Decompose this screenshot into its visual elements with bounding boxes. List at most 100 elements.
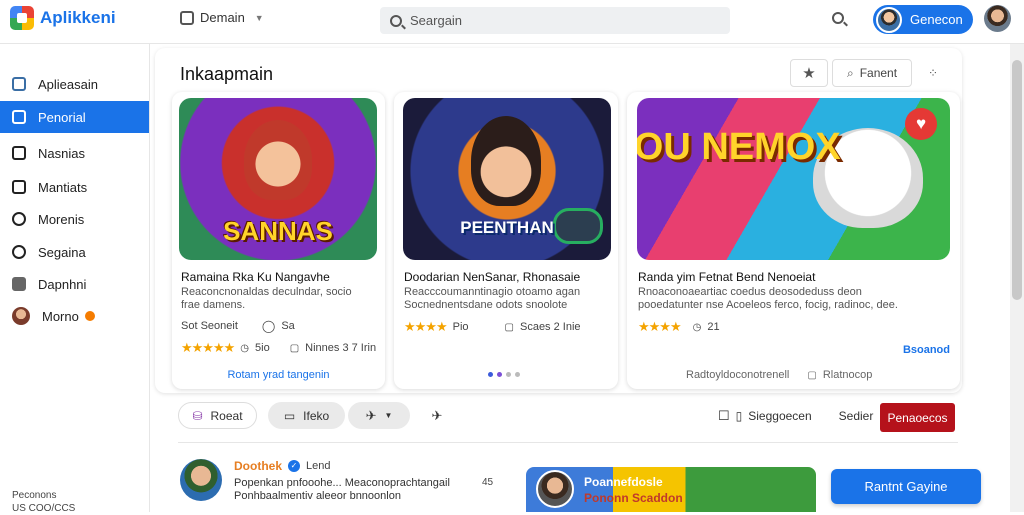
game-thumbnail[interactable]: SANNAS	[179, 98, 377, 260]
pin-button[interactable]: ✈	[422, 402, 452, 429]
sidebar-item-label: Mantiats	[38, 179, 88, 195]
chat-icon	[12, 245, 26, 259]
verified-icon: ✓	[288, 460, 300, 472]
rating-score: Pio	[452, 321, 469, 333]
scrollbar[interactable]	[1010, 44, 1024, 512]
profile-avatar[interactable]	[984, 5, 1011, 32]
feed-count: 45	[482, 477, 494, 488]
feed-author[interactable]: Doothek	[234, 459, 282, 473]
sidebar-item-home[interactable]: Penorial	[0, 101, 149, 133]
card-title[interactable]: Randa yim Fetnat Bend Nenoeiat	[638, 270, 815, 284]
sidebar-footer: Peconons US COO/CCS	[12, 489, 75, 515]
reset-label: Roeat	[210, 408, 243, 423]
thumbnail-title: SANNAS	[223, 216, 333, 246]
rating-stars: ★★★★★	[181, 340, 235, 355]
character-icon	[244, 120, 312, 200]
logo-icon	[10, 6, 34, 30]
find-label: Fanent	[859, 66, 898, 80]
card-link[interactable]: Rotam yrad tangenin	[172, 369, 385, 381]
pin-icon: ✈	[431, 407, 443, 423]
sidebar-item-label: Nasnias	[38, 145, 85, 161]
sidebar-item-person[interactable]: Morenis	[0, 203, 149, 235]
carousel-dot[interactable]	[497, 372, 502, 377]
card-description: Reacccoumanntinagio otoamo agan Socnedne…	[404, 286, 609, 312]
search-input[interactable]: Seargain	[410, 13, 462, 28]
search-icon	[390, 14, 402, 27]
chevron-down-icon: ▼	[254, 12, 264, 23]
card-author-row: Sot Seoneit ◯ Sa	[181, 319, 295, 333]
size-value: Ninnes 3 7 Irin	[305, 342, 377, 354]
feed-line: Popenkan pnfooohe... Meaconoprachtangail	[234, 477, 450, 489]
secondary-button[interactable]: Sedier	[834, 402, 878, 429]
desc-line: Rnoaconoaeartiac coedus deosodeduss deon	[638, 286, 862, 298]
sidebar-item-folder[interactable]: Dapnhni	[0, 268, 149, 300]
banner-avatar	[536, 470, 574, 508]
carousel-dot[interactable]	[488, 372, 493, 377]
sidebar-item-label: Aplieasain	[38, 76, 98, 92]
filter-button[interactable]: ▭ Ifeko	[268, 402, 345, 429]
heart-icon: ♥	[905, 108, 937, 140]
suggestion-label: Sieggoecen	[748, 408, 812, 423]
folder-icon	[12, 277, 26, 291]
game-thumbnail[interactable]: PEENTHAN	[403, 98, 611, 260]
sidebar-item-chat[interactable]: Segaina	[0, 236, 149, 268]
app-name: Aplikkeni	[40, 8, 116, 27]
top-search-button[interactable]	[832, 12, 844, 24]
feed-header: Doothek ✓ Lend	[234, 459, 330, 473]
game-thumbnail[interactable]: ♥ KOU NEMOX	[637, 98, 950, 260]
carousel-dot[interactable]	[506, 372, 511, 377]
reset-button[interactable]: ⛁ Roeat	[178, 402, 257, 429]
desc-line: Reacccoumanntinagio otoamo agan	[404, 286, 581, 298]
card-description: Reaconcnonaldas deculndar, socio frae da…	[181, 286, 371, 312]
scrollbar-thumb[interactable]	[1012, 60, 1022, 300]
clock-icon: ◷	[240, 342, 250, 354]
card-title[interactable]: Doodarian NenSanar, Rhonasaie	[404, 270, 580, 284]
desc-line: pooedatunter nse Acoeleos ferco, focig, …	[638, 299, 898, 311]
sidebar-item-inbox[interactable]: Nasnias	[0, 137, 149, 169]
primary-button[interactable]: Penaoecos	[880, 403, 955, 432]
filter-label: Ifeko	[303, 408, 330, 423]
desc-line: frae damens.	[181, 299, 246, 311]
more-button[interactable]: ⁘	[916, 59, 950, 87]
avatar	[876, 6, 902, 33]
frame-icon: ▭	[283, 408, 296, 423]
card-description: Rnoaconoaeartiac coedus deosodeduss deon…	[638, 286, 938, 312]
clock-icon: ◷	[692, 321, 702, 333]
checkbox-icon: ▢	[807, 369, 817, 381]
search-bar[interactable]: Seargain	[380, 7, 730, 34]
nav-dropdown[interactable]: Demain ▼	[180, 10, 264, 25]
carousel-dot[interactable]	[515, 372, 520, 377]
person-icon	[12, 212, 26, 226]
search-icon: ⌕	[846, 65, 854, 80]
feed-tag: Lend	[306, 460, 331, 472]
account-label: Genecon	[910, 12, 963, 27]
bag-icon: ⛁	[192, 408, 203, 423]
carousel-dots[interactable]	[488, 372, 520, 377]
account-button[interactable]: Genecon	[873, 5, 973, 34]
find-button[interactable]: ⌕ Fanent	[832, 59, 912, 87]
cta-button[interactable]: Rantnt Gayine	[831, 469, 981, 504]
card-tag-link[interactable]: Bsoanod	[880, 344, 950, 356]
card-title[interactable]: Ramaina Rka Ku Nangavhe	[181, 270, 330, 284]
rating-score: 21	[707, 321, 720, 333]
avatar[interactable]	[180, 459, 222, 501]
nav-dropdown-label: Demain	[200, 10, 245, 25]
thumbnail-title: PEENTHAN	[460, 218, 554, 237]
pin-dropdown[interactable]: ✈ ▼	[348, 402, 410, 429]
sidebar-item-apps[interactable]: Aplieasain	[0, 68, 149, 100]
feed-banner[interactable]: Poannefdosle Pononn Scaddon	[526, 467, 816, 512]
suggestion-toggle[interactable]: ☐ ▯ Sieggoecen	[718, 402, 838, 429]
star-icon: ★	[802, 65, 816, 82]
footer-line: US COO/CCS	[12, 503, 76, 514]
card-rating-row: ★★★★★ ◷ 5io ▢ Ninnes 3 7 Irin	[181, 340, 376, 356]
size-icon: ▢	[504, 321, 514, 333]
desc-line: Reaconcnonaldas deculndar, socio	[181, 286, 352, 298]
favorite-button[interactable]: ★	[790, 59, 828, 87]
card-rating-row: ★★★★ ◷ 21	[638, 319, 720, 335]
app-logo[interactable]: Aplikkeni	[10, 6, 116, 30]
grid-dots-icon: ⁘	[927, 66, 939, 80]
sidebar-item-grid[interactable]: Mantiats	[0, 171, 149, 203]
sidebar-item-profile[interactable]: Morno	[0, 300, 149, 332]
notification-badge	[84, 311, 95, 321]
banner-title: Poannefdosle	[584, 475, 663, 489]
